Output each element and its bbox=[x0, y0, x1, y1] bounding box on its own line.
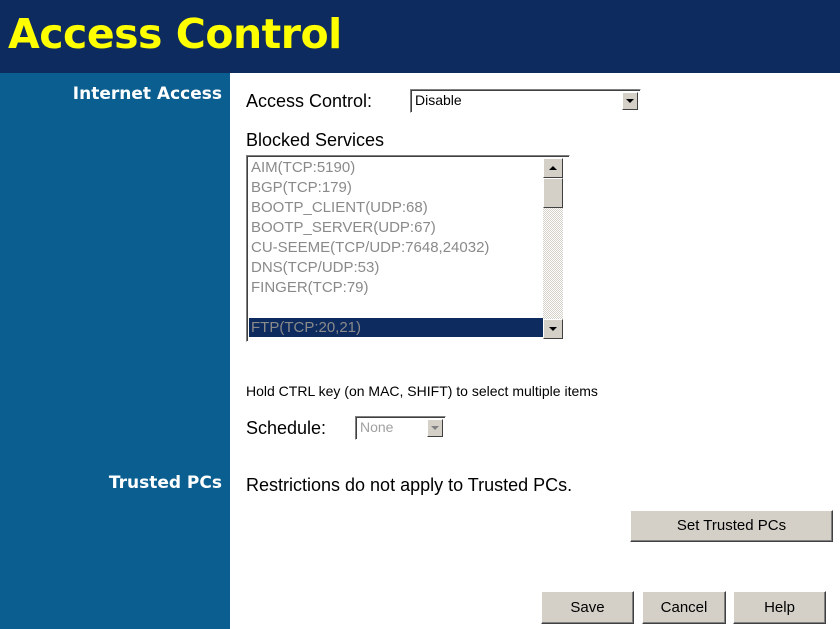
access-control-label: Access Control: bbox=[246, 91, 373, 111]
section-label-trusted-pcs: Trusted PCs bbox=[108, 473, 222, 493]
listbox-scrollbar[interactable] bbox=[543, 158, 563, 339]
access-control-dropdown-button[interactable] bbox=[622, 92, 638, 110]
schedule-label: Schedule: bbox=[246, 418, 327, 438]
save-button[interactable]: Save bbox=[541, 591, 634, 624]
section-label-internet-access: Internet Access bbox=[72, 84, 222, 104]
list-item[interactable]: FINGER(TCP:79) bbox=[251, 278, 369, 297]
schedule-value: None bbox=[360, 419, 394, 435]
sidebar: Internet Access Trusted PCs bbox=[0, 73, 230, 629]
set-trusted-pcs-button[interactable]: Set Trusted PCs bbox=[630, 510, 833, 542]
page-header: Access Control bbox=[0, 0, 840, 73]
multi-select-hint: Hold CTRL key (on MAC, SHIFT) to select … bbox=[246, 383, 598, 399]
access-control-value: Disable bbox=[415, 92, 462, 108]
list-item[interactable]: DNS(TCP/UDP:53) bbox=[251, 258, 379, 277]
trusted-pcs-description: Restrictions do not apply to Trusted PCs… bbox=[246, 475, 573, 495]
chevron-down-icon bbox=[626, 99, 634, 103]
list-item-selected[interactable]: FTP(TCP:20,21) bbox=[249, 318, 543, 337]
scroll-down-button[interactable] bbox=[543, 319, 563, 339]
list-item[interactable]: BOOTP_CLIENT(UDP:68) bbox=[251, 198, 428, 217]
cancel-button[interactable]: Cancel bbox=[642, 591, 726, 624]
help-button[interactable]: Help bbox=[733, 591, 826, 624]
access-control-select[interactable]: Disable bbox=[410, 89, 641, 113]
schedule-select[interactable]: None bbox=[355, 416, 446, 440]
blocked-services-label: Blocked Services bbox=[246, 130, 385, 150]
list-item[interactable]: BGP(TCP:179) bbox=[251, 178, 352, 197]
scroll-up-button[interactable] bbox=[543, 158, 563, 178]
list-item[interactable]: BOOTP_SERVER(UDP:67) bbox=[251, 218, 436, 237]
chevron-down-icon bbox=[549, 327, 557, 331]
blocked-services-listbox[interactable]: AIM(TCP:5190) BGP(TCP:179) BOOTP_CLIENT(… bbox=[246, 155, 570, 342]
schedule-dropdown-button[interactable] bbox=[427, 419, 443, 437]
chevron-down-icon bbox=[431, 426, 439, 430]
list-item[interactable]: AIM(TCP:5190) bbox=[251, 158, 355, 177]
scroll-thumb[interactable] bbox=[543, 178, 563, 208]
page-title: Access Control bbox=[8, 10, 342, 58]
list-item[interactable]: CU-SEEME(TCP/UDP:7648,24032) bbox=[251, 238, 489, 257]
chevron-up-icon bbox=[549, 166, 557, 170]
